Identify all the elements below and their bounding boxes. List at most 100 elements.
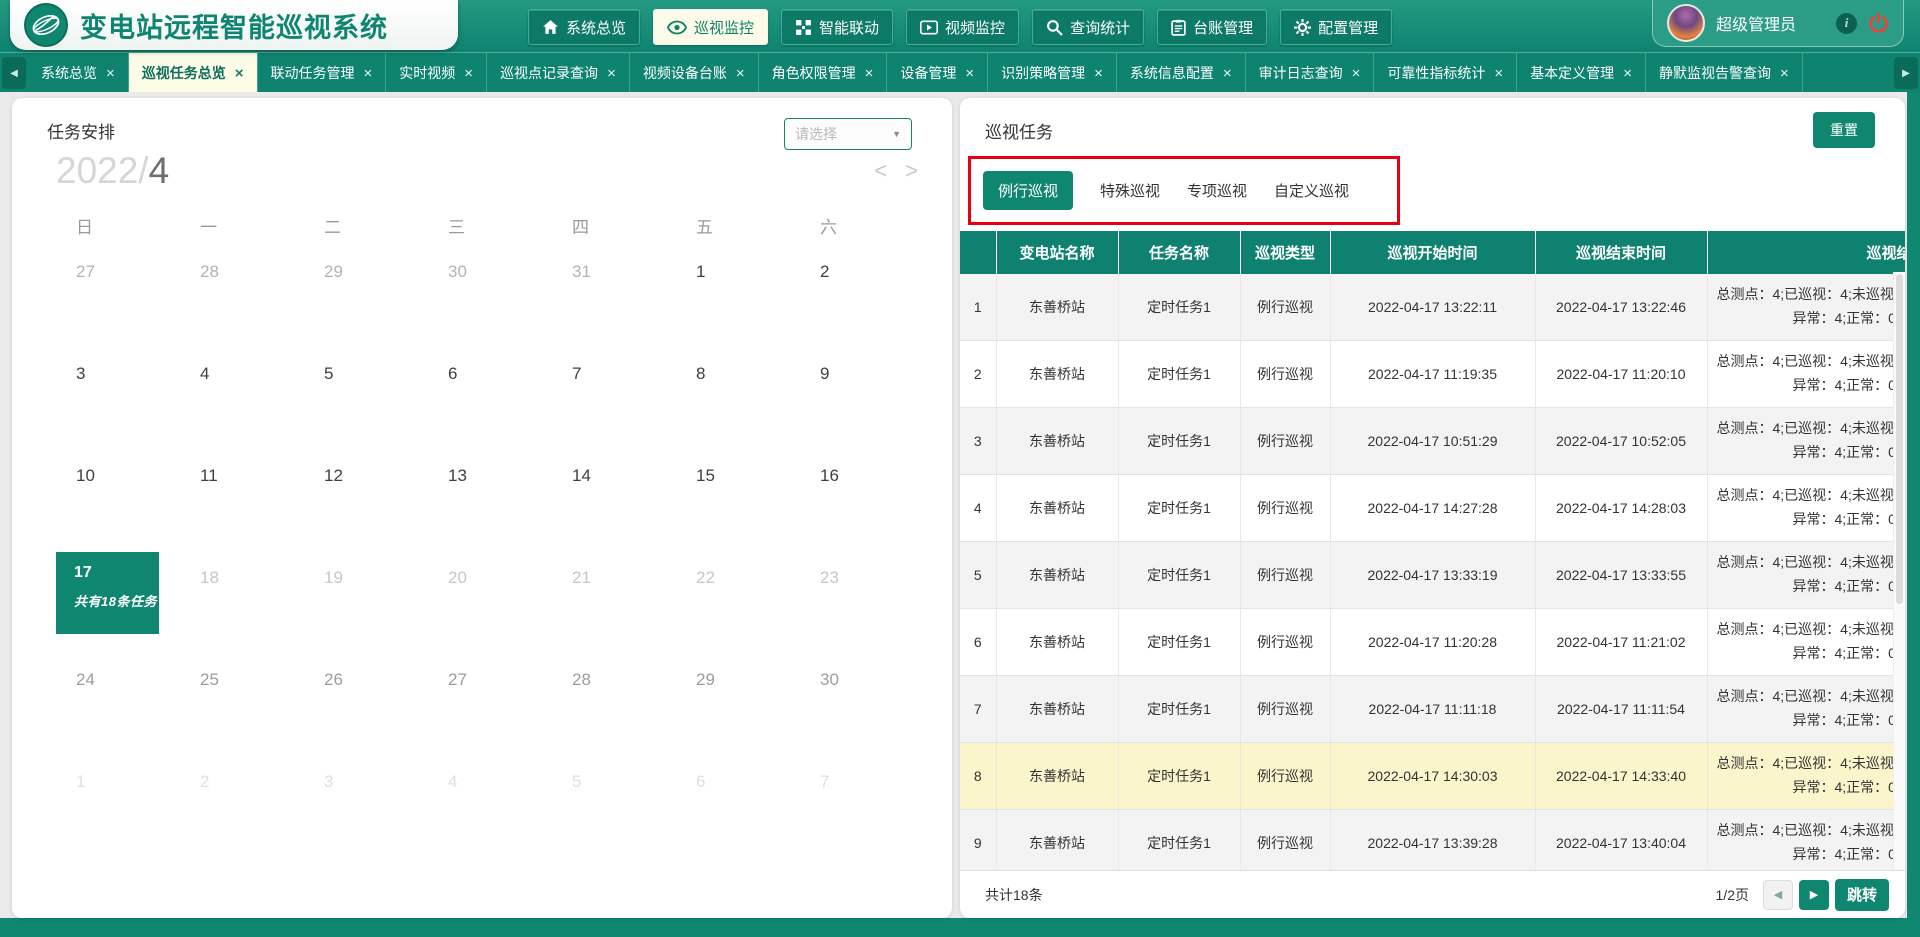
nav-button[interactable]: 系统总览: [528, 9, 640, 45]
calendar-day[interactable]: 25: [180, 654, 304, 756]
inspection-type-tab[interactable]: 专项巡视: [1187, 180, 1247, 201]
close-icon[interactable]: ×: [106, 66, 115, 81]
close-icon[interactable]: ×: [736, 66, 745, 81]
close-icon[interactable]: ×: [965, 66, 974, 81]
calendar-day[interactable]: 22: [676, 552, 800, 654]
table-row[interactable]: 4东善桥站定时任务1例行巡视2022-04-17 14:27:282022-04…: [960, 475, 1905, 542]
calendar-day[interactable]: 3: [56, 348, 180, 450]
calendar-day[interactable]: 18: [180, 552, 304, 654]
jump-button[interactable]: 跳转: [1835, 879, 1889, 911]
tab-scroll-left-icon[interactable]: ◀: [2, 57, 26, 89]
table-row[interactable]: 9东善桥站定时任务1例行巡视2022-04-17 13:39:282022-04…: [960, 810, 1905, 871]
close-icon[interactable]: ×: [1780, 66, 1789, 81]
calendar-day[interactable]: 21: [552, 552, 676, 654]
next-page-button[interactable]: ▶: [1799, 880, 1829, 910]
calendar-day[interactable]: 29: [304, 246, 428, 348]
calendar-day[interactable]: 6: [676, 756, 800, 858]
nav-button[interactable]: 查询统计: [1032, 9, 1144, 45]
calendar-day[interactable]: 11: [180, 450, 304, 552]
nav-button[interactable]: 配置管理: [1280, 9, 1392, 45]
calendar-day[interactable]: 4: [428, 756, 552, 858]
calendar-day[interactable]: 27: [428, 654, 552, 756]
calendar-day[interactable]: 26: [304, 654, 428, 756]
calendar-day[interactable]: 3: [304, 756, 428, 858]
calendar-day[interactable]: 24: [56, 654, 180, 756]
calendar-day[interactable]: 1: [676, 246, 800, 348]
workspace-tab[interactable]: 联动任务管理×: [258, 53, 387, 93]
tab-scroll-right-icon[interactable]: ▶: [1894, 57, 1918, 89]
table-row[interactable]: 3东善桥站定时任务1例行巡视2022-04-17 10:51:292022-04…: [960, 408, 1905, 475]
calendar-day[interactable]: 16: [800, 450, 924, 552]
close-icon[interactable]: ×: [865, 66, 874, 81]
calendar-day[interactable]: 30: [428, 246, 552, 348]
calendar-day[interactable]: 23: [800, 552, 924, 654]
workspace-tab[interactable]: 巡视任务总览×: [129, 53, 258, 93]
workspace-tab[interactable]: 设备管理×: [887, 53, 988, 93]
workspace-tab[interactable]: 识别策略管理×: [988, 53, 1117, 93]
table-row[interactable]: 6东善桥站定时任务1例行巡视2022-04-17 11:20:282022-04…: [960, 609, 1905, 676]
table-row[interactable]: 1东善桥站定时任务1例行巡视2022-04-17 13:22:112022-04…: [960, 274, 1905, 341]
info-icon[interactable]: i: [1836, 13, 1857, 34]
workspace-tab[interactable]: 可靠性指标统计×: [1374, 53, 1517, 93]
close-icon[interactable]: ×: [364, 66, 373, 81]
inspection-type-tab[interactable]: 例行巡视: [983, 171, 1073, 210]
prev-page-button[interactable]: ◀: [1763, 880, 1793, 910]
workspace-tab[interactable]: 静默监视告警查询×: [1646, 53, 1803, 93]
calendar-day[interactable]: 15: [676, 450, 800, 552]
workspace-tab[interactable]: 审计日志查询×: [1246, 53, 1375, 93]
calendar-day[interactable]: 28: [180, 246, 304, 348]
close-icon[interactable]: ×: [1223, 66, 1232, 81]
table-row[interactable]: 8东善桥站定时任务1例行巡视2022-04-17 14:30:032022-04…: [960, 743, 1905, 810]
calendar-day[interactable]: 1: [56, 756, 180, 858]
calendar-day[interactable]: 19: [304, 552, 428, 654]
station-select[interactable]: 请选择 ▼: [784, 118, 912, 150]
close-icon[interactable]: ×: [1352, 66, 1361, 81]
calendar-day[interactable]: 29: [676, 654, 800, 756]
inspection-type-tab[interactable]: 自定义巡视: [1274, 180, 1349, 201]
close-icon[interactable]: ×: [464, 66, 473, 81]
calendar-selected-day[interactable]: 17共有18条任务: [56, 552, 159, 634]
calendar-day[interactable]: 9: [800, 348, 924, 450]
close-icon[interactable]: ×: [607, 66, 616, 81]
calendar-day[interactable]: 28: [552, 654, 676, 756]
calendar-day[interactable]: 10: [56, 450, 180, 552]
calendar-next-icon[interactable]: >: [905, 158, 918, 184]
table-row[interactable]: 5东善桥站定时任务1例行巡视2022-04-17 13:33:192022-04…: [960, 542, 1905, 609]
workspace-tab[interactable]: 视频设备台账×: [630, 53, 759, 93]
nav-button[interactable]: 巡视监控: [653, 9, 768, 45]
calendar-day[interactable]: 6: [428, 348, 552, 450]
calendar-day[interactable]: 4: [180, 348, 304, 450]
calendar-day[interactable]: 7: [800, 756, 924, 858]
calendar-day[interactable]: 30: [800, 654, 924, 756]
calendar-day[interactable]: 5: [552, 756, 676, 858]
inspection-type-tab[interactable]: 特殊巡视: [1100, 180, 1160, 201]
workspace-tab[interactable]: 系统总览×: [28, 53, 129, 93]
workspace-tab[interactable]: 巡视点记录查询×: [487, 53, 630, 93]
calendar-prev-icon[interactable]: <: [874, 158, 887, 184]
calendar-day[interactable]: 27: [56, 246, 180, 348]
calendar-day[interactable]: 17共有18条任务: [56, 552, 180, 654]
calendar-day[interactable]: 2: [180, 756, 304, 858]
workspace-tab[interactable]: 角色权限管理×: [759, 53, 888, 93]
calendar-day[interactable]: 31: [552, 246, 676, 348]
close-icon[interactable]: ×: [1494, 66, 1503, 81]
close-icon[interactable]: ×: [235, 66, 244, 81]
calendar-day[interactable]: 14: [552, 450, 676, 552]
workspace-tab[interactable]: 基本定义管理×: [1517, 53, 1646, 93]
logout-power-icon[interactable]: [1868, 13, 1889, 34]
table-row[interactable]: 7东善桥站定时任务1例行巡视2022-04-17 11:11:182022-04…: [960, 676, 1905, 743]
calendar-day[interactable]: 5: [304, 348, 428, 450]
scrollbar-thumb[interactable]: [1896, 274, 1903, 604]
workspace-tab[interactable]: 实时视频×: [386, 53, 487, 93]
avatar[interactable]: [1667, 4, 1705, 42]
calendar-day[interactable]: 12: [304, 450, 428, 552]
calendar-day[interactable]: 2: [800, 246, 924, 348]
workspace-tab[interactable]: 系统信息配置×: [1117, 53, 1246, 93]
close-icon[interactable]: ×: [1623, 66, 1632, 81]
reset-button[interactable]: 重置: [1813, 112, 1875, 148]
table-scrollbar[interactable]: [1893, 272, 1905, 870]
calendar-day[interactable]: 7: [552, 348, 676, 450]
calendar-day[interactable]: 8: [676, 348, 800, 450]
nav-button[interactable]: 台账管理: [1157, 9, 1267, 45]
calendar-day[interactable]: 13: [428, 450, 552, 552]
